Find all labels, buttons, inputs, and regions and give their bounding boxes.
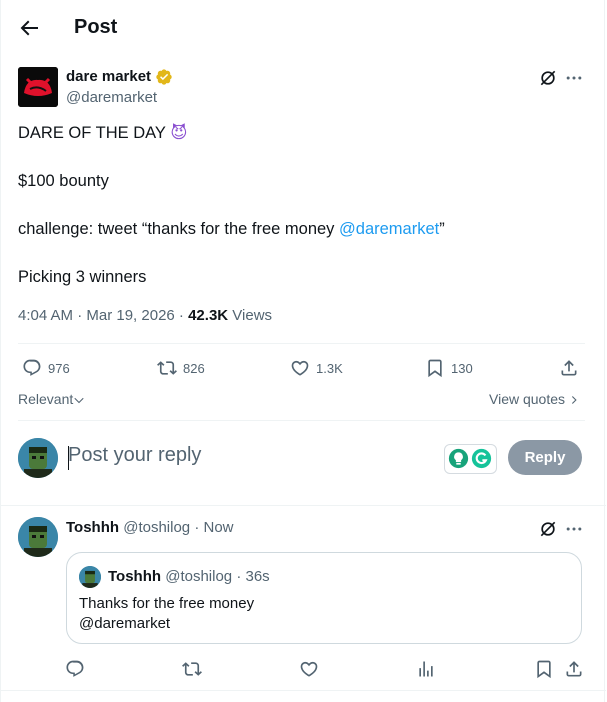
repost-count: 826 [183,360,205,376]
bookmark-count: 130 [451,360,473,376]
quoted-author-name: Toshhh [108,568,162,585]
current-user-avatar[interactable] [18,438,58,478]
devil-emoji-icon: 😈 [170,124,188,142]
views-icon[interactable] [416,659,436,679]
view-quotes-label: View quotes [489,391,566,407]
sort-label: Relevant [18,391,74,407]
quoted-text-line-1: Thanks for the free money [79,595,255,612]
more-icon[interactable] [564,519,584,539]
verified-badge-icon[interactable] [155,68,173,86]
post-line-1: DARE OF THE DAY 😈 [18,124,188,142]
repost-icon[interactable] [182,659,202,679]
reply-header: Toshhh @toshilog · Now [66,519,234,536]
share-icon[interactable] [559,358,579,378]
divider [18,420,585,421]
reply-author-handle[interactable]: @toshilog [123,519,190,536]
quoted-post[interactable]: Toshhh @toshilog · 36s Thanks for the fr… [66,552,582,644]
bookmark-icon[interactable] [534,659,554,679]
divider [18,343,585,344]
author-handle[interactable]: @daremarket [66,89,157,106]
reply-icon [23,359,41,376]
author-name[interactable]: dare market [66,68,151,85]
avatar-image [18,438,58,478]
quoted-text-line-2: @daremarket [79,615,171,632]
like-icon[interactable] [299,659,319,679]
like-count: 1.3K [316,360,343,376]
extension-icons[interactable] [444,444,497,474]
reply-button[interactable]: Reply [508,440,582,475]
more-icon[interactable] [564,68,584,88]
reply-input[interactable]: Post your reply [68,444,201,467]
views-label: Views [228,307,273,324]
grammarly-icon[interactable] [471,448,492,469]
reply-author-name[interactable]: Toshhh [66,519,119,536]
post-page: Post dare market @daremarket DARE OF THE… [0,0,606,702]
avatar-image [18,517,58,557]
repost-action[interactable]: 826 [157,357,205,379]
divider [1,690,606,691]
page-title: Post [74,16,118,38]
quoted-author-avatar [79,566,101,588]
post-line-4: Picking 3 winners [18,268,147,286]
reply-timestamp[interactable]: · Now [190,519,233,536]
chevron-right-icon [571,396,577,405]
view-quotes-link[interactable]: View quotes [489,391,579,407]
divider [1,505,606,506]
lightbulb-icon[interactable] [448,448,469,469]
quoted-timestamp: · 36s [232,568,270,585]
like-icon [291,360,309,376]
views-count: 42.3K [188,307,229,324]
bookmark-icon [428,359,442,378]
back-arrow-icon[interactable] [17,16,41,40]
post-line-3: challenge: tweet “thanks for the free mo… [18,220,445,238]
repost-icon [157,361,177,375]
share-icon[interactable] [564,659,584,679]
reply-icon[interactable] [65,659,85,679]
post-timestamp[interactable]: 4:04 AM · Mar 19, 2026 · [18,307,188,324]
sort-dropdown[interactable]: Relevant [18,391,85,407]
bookmark-action[interactable]: 130 [425,357,473,379]
quoted-header: Toshhh @toshilog · 36s [108,568,270,585]
grok-icon[interactable] [538,68,558,88]
quoted-author-handle: @toshilog [165,568,233,585]
post-metadata: 4:04 AM · Mar 19, 2026 · 42.3K Views [18,307,272,324]
chevron-down-icon [74,398,84,404]
avatar-image [79,566,101,588]
author-avatar[interactable] [18,67,58,107]
like-action[interactable]: 1.3K [290,357,343,379]
grok-icon[interactable] [538,519,558,539]
post-line-2: $100 bounty [18,172,109,190]
mention-link[interactable]: @daremarket [339,220,439,238]
reply-author-avatar[interactable] [18,517,58,557]
reply-count: 976 [48,360,70,376]
reply-action[interactable]: 976 [22,357,70,379]
dare-market-logo [18,67,58,107]
